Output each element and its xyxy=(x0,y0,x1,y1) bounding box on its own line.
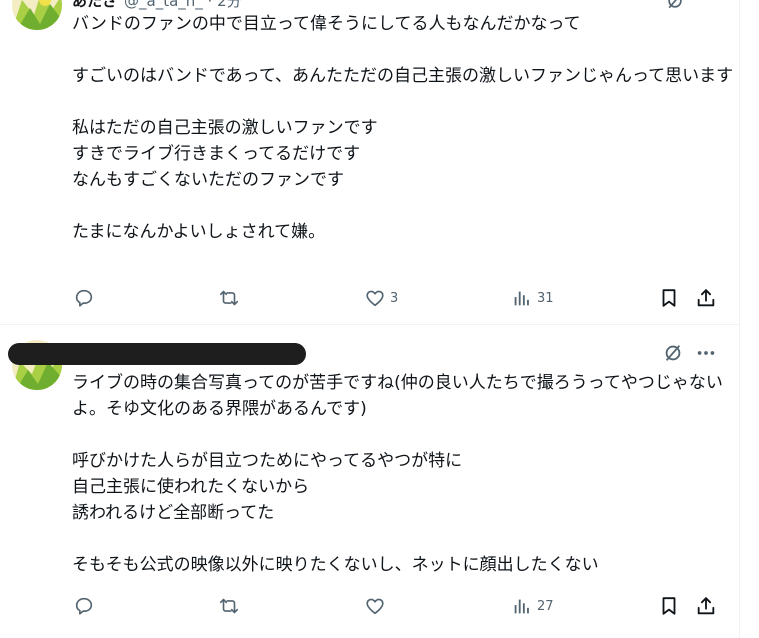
repost-button[interactable] xyxy=(218,283,244,313)
views-button[interactable]: 31 xyxy=(511,283,554,313)
tweet[interactable]: ライブの時の集合写真ってのが苦手ですね(仲の良い人たちで撮ろうってやつじゃないよ… xyxy=(0,325,739,638)
reply-button[interactable] xyxy=(73,283,99,313)
tweet[interactable]: あたさ @_a_ta_h_ · 2分 バンドのファンの中で目立って偉そうにしてる… xyxy=(0,0,739,324)
bookmark-button[interactable] xyxy=(658,591,680,621)
reply-icon xyxy=(73,595,95,617)
view-count: 31 xyxy=(537,290,554,306)
author-name[interactable]: あたさ xyxy=(72,0,117,11)
column-border xyxy=(739,0,740,638)
more-icon[interactable] xyxy=(695,342,717,364)
share-button[interactable] xyxy=(695,283,717,313)
avatar[interactable] xyxy=(12,0,62,30)
redacted-author xyxy=(8,343,306,365)
like-icon xyxy=(364,287,386,309)
tweet-actions: 3 31 xyxy=(0,283,739,313)
bookmark-icon xyxy=(658,287,680,309)
bookmark-icon xyxy=(658,595,680,617)
views-button[interactable]: 27 xyxy=(511,591,554,621)
tweet-text: バンドのファンの中で目立って偉そうにしてる人もなんだかなって すごいのはバンドで… xyxy=(72,14,734,242)
bookmark-button[interactable] xyxy=(658,283,680,313)
tweet-text: ライブの時の集合写真ってのが苦手ですね(仲の良い人たちで撮ろうってやつじゃないよ… xyxy=(72,373,723,575)
tweet-actions: 27 xyxy=(0,591,739,621)
repost-icon xyxy=(218,287,240,309)
timeline: あたさ @_a_ta_h_ · 2分 バンドのファンの中で目立って偉そうにしてる… xyxy=(0,0,759,638)
like-count: 3 xyxy=(390,290,399,306)
grok-icon[interactable] xyxy=(662,342,684,364)
share-icon xyxy=(695,595,717,617)
repost-icon xyxy=(218,595,240,617)
like-icon xyxy=(364,595,386,617)
view-count: 27 xyxy=(537,598,554,614)
repost-button[interactable] xyxy=(218,591,244,621)
views-icon xyxy=(511,595,533,617)
like-button[interactable]: 3 xyxy=(364,283,398,313)
reply-icon xyxy=(73,287,95,309)
reply-button[interactable] xyxy=(73,591,99,621)
share-icon xyxy=(695,287,717,309)
author-handle[interactable]: @_a_ta_h_ · 2分 xyxy=(124,0,242,11)
share-button[interactable] xyxy=(695,591,717,621)
views-icon xyxy=(511,287,533,309)
like-button[interactable] xyxy=(364,591,390,621)
